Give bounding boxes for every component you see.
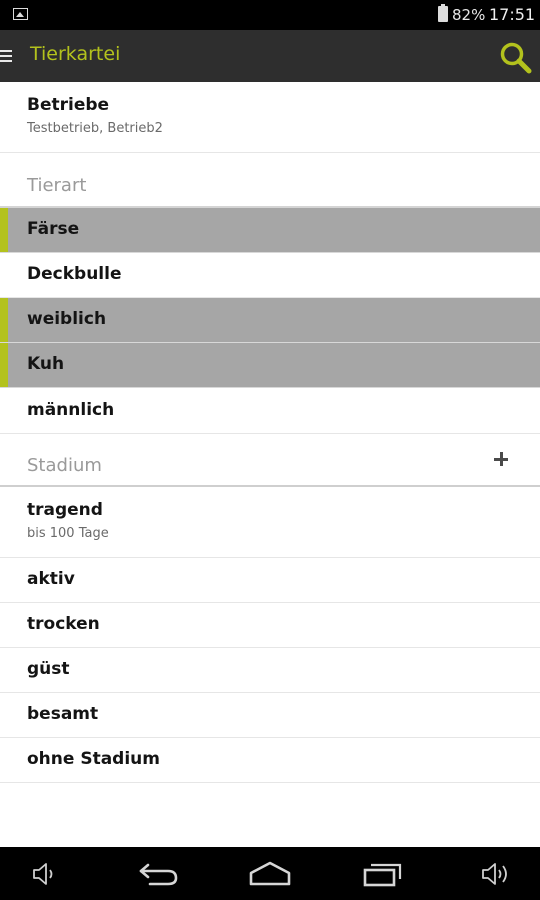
list-item-betriebe[interactable]: Betriebe Testbetrieb, Betrieb2	[0, 82, 540, 153]
back-icon[interactable]	[136, 859, 180, 889]
section-header-label: Stadium	[27, 455, 102, 476]
list-item-title: männlich	[27, 400, 115, 420]
list-item[interactable]: güst	[0, 648, 540, 693]
list-item-title: trocken	[27, 614, 100, 634]
battery-percent: 82%	[452, 6, 486, 24]
content-list: Betriebe Testbetrieb, Betrieb2 Tierart F…	[0, 82, 540, 783]
search-icon[interactable]	[498, 40, 532, 74]
list-item-subtitle: bis 100 Tage	[27, 526, 109, 541]
list-item[interactable]: männlich	[0, 388, 540, 434]
volume-down-icon[interactable]	[31, 859, 57, 889]
action-bar: Tierkartei	[0, 30, 540, 82]
list-item-title: tragend	[27, 500, 103, 520]
list-item[interactable]: Deckbulle	[0, 253, 540, 298]
list-item[interactable]: Kuh	[0, 343, 540, 388]
list-item-title: Kuh	[27, 354, 65, 374]
list-item[interactable]: trocken	[0, 603, 540, 648]
list-item-title: aktiv	[27, 569, 75, 589]
list-item-title: ohne Stadium	[27, 749, 160, 769]
app-title: Tierkartei	[30, 43, 121, 65]
list-item[interactable]: weiblich	[0, 298, 540, 343]
list-item-subtitle: Testbetrieb, Betrieb2	[27, 121, 163, 136]
home-icon[interactable]	[248, 859, 292, 889]
section-header-label: Tierart	[27, 175, 87, 196]
list-item[interactable]: besamt	[0, 693, 540, 738]
section-header-tierart: Tierart	[0, 153, 540, 208]
list-item[interactable]: Färse	[0, 208, 540, 253]
status-bar: 82% 17:51	[0, 0, 540, 30]
list-item-title: güst	[27, 659, 70, 679]
list-item[interactable]: aktiv	[0, 558, 540, 603]
section-header-stadium: Stadium	[0, 434, 540, 487]
plus-icon[interactable]	[494, 452, 508, 466]
list-item[interactable]: ohne Stadium	[0, 738, 540, 783]
list-item-title: Deckbulle	[27, 264, 122, 284]
recent-apps-icon[interactable]	[362, 859, 406, 889]
clock: 17:51	[489, 5, 536, 24]
list-item-title: besamt	[27, 704, 99, 724]
image-notification-icon	[13, 8, 28, 20]
battery-icon	[438, 4, 448, 22]
list-item[interactable]: tragend bis 100 Tage	[0, 487, 540, 558]
menu-icon[interactable]	[0, 50, 12, 64]
volume-up-icon[interactable]	[481, 859, 511, 889]
list-item-title: weiblich	[27, 309, 107, 329]
list-item-title: Betriebe	[27, 95, 110, 115]
navigation-bar	[0, 847, 540, 900]
list-item-title: Färse	[27, 219, 80, 239]
